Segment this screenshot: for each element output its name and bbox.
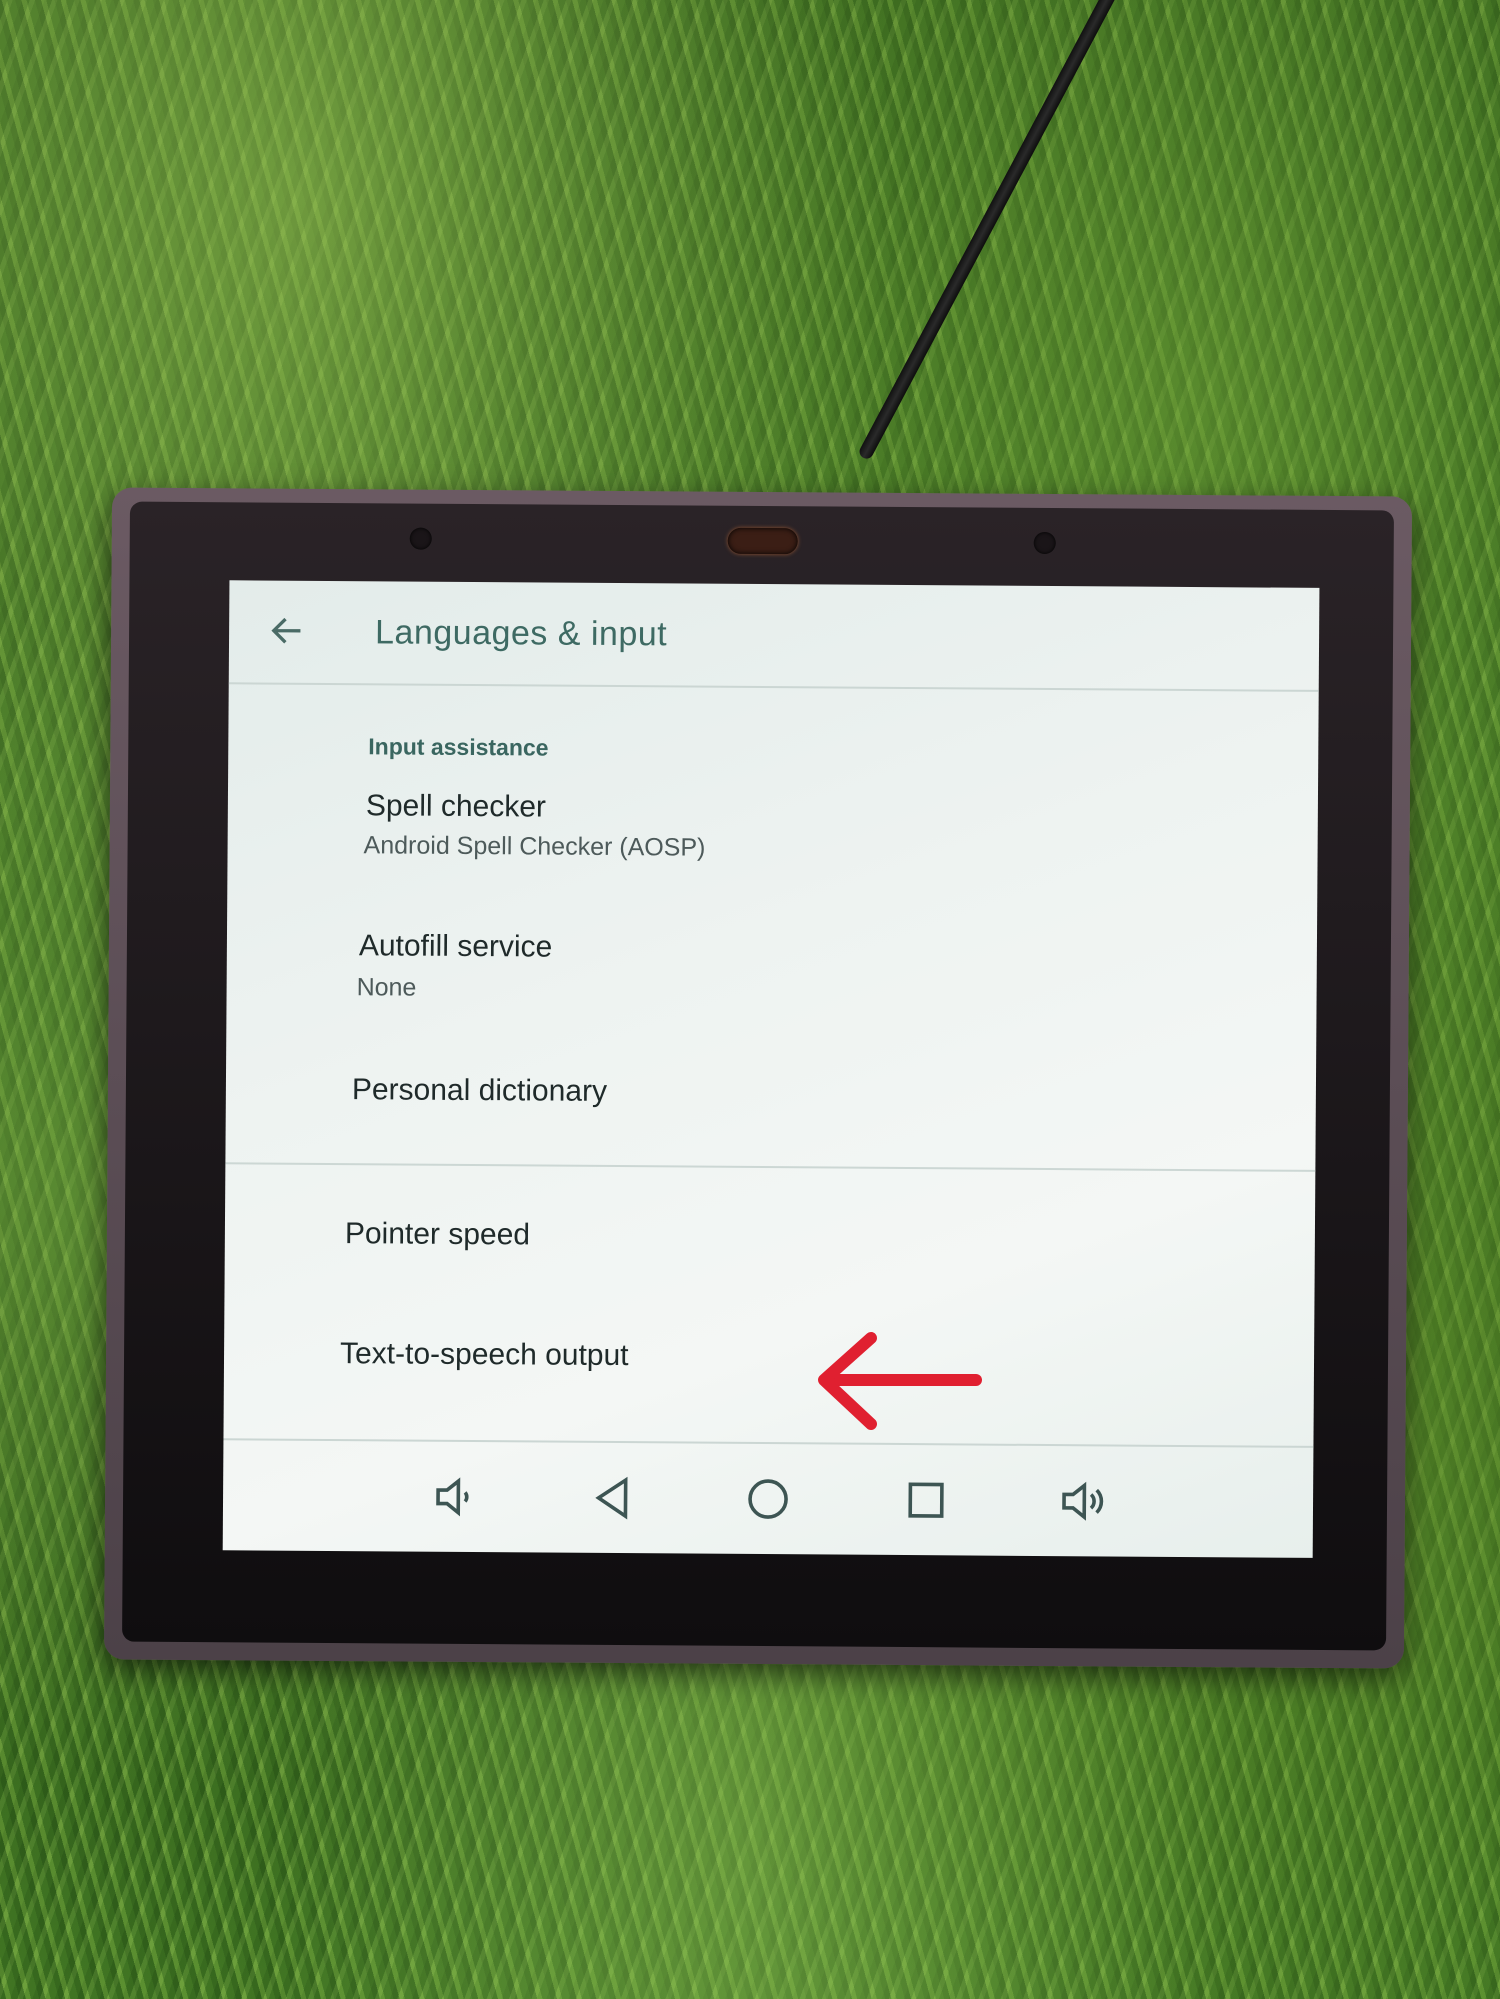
recents-icon[interactable] xyxy=(899,1473,953,1527)
navigation-bar xyxy=(222,1438,1314,1558)
device-bezel: Languages & input Input assistance Spell… xyxy=(122,501,1394,1651)
item-title: Personal dictionary xyxy=(351,1073,608,1108)
back-arrow-icon[interactable] xyxy=(267,611,307,651)
camera-dot-left xyxy=(409,527,432,550)
volume-down-icon[interactable] xyxy=(429,1470,483,1524)
item-title: Pointer speed xyxy=(344,1217,531,1252)
item-subtitle: Android Spell Checker (AOSP) xyxy=(363,831,706,862)
tablet-device: Languages & input Input assistance Spell… xyxy=(103,487,1413,1669)
camera-dot-right xyxy=(1033,531,1056,555)
item-title: Text-to-speech output xyxy=(339,1337,629,1373)
section-header-input-assistance: Input assistance xyxy=(368,733,549,761)
red-annotation-arrow xyxy=(818,1332,982,1430)
section-divider xyxy=(225,1162,1316,1172)
item-title: Spell checker xyxy=(365,789,547,824)
back-icon[interactable] xyxy=(585,1471,639,1525)
item-title: Autofill service xyxy=(358,929,553,964)
android-screen: Languages & input Input assistance Spell… xyxy=(222,580,1320,1558)
volume-up-icon[interactable] xyxy=(1055,1474,1109,1528)
home-icon[interactable] xyxy=(741,1472,795,1526)
app-bar: Languages & input xyxy=(228,580,1320,692)
page-title: Languages & input xyxy=(374,613,668,654)
item-subtitle: None xyxy=(356,973,417,1002)
front-camera-sensor xyxy=(727,527,798,555)
